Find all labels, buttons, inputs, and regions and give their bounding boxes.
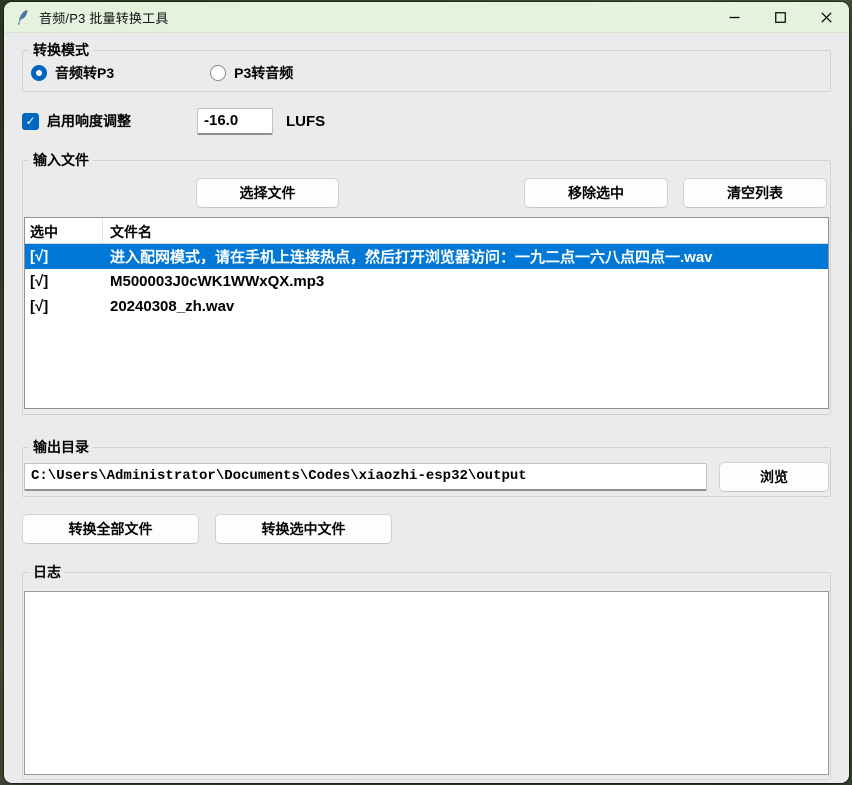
- browse-button[interactable]: 浏览: [719, 462, 829, 492]
- table-row[interactable]: [√] 进入配网模式，请在手机上连接热点，然后打开浏览器访问：一九二点一六八点四…: [25, 244, 828, 269]
- window-controls: [711, 2, 849, 32]
- column-header-filename[interactable]: 文件名: [103, 218, 828, 243]
- radio-unselected-icon: [210, 65, 226, 81]
- file-table-header: 选中 文件名: [25, 218, 828, 244]
- action-buttons-row: 转换全部文件 转换选中文件: [22, 514, 392, 544]
- output-dir-label: 输出目录: [29, 438, 93, 456]
- conversion-mode-group: 转换模式 音频转P3 P3转音频: [22, 50, 831, 92]
- python-feather-icon: [15, 9, 31, 25]
- remove-selected-button[interactable]: 移除选中: [524, 178, 668, 208]
- app-window: 音频/P3 批量转换工具 转换模式: [4, 2, 849, 783]
- conversion-mode-label: 转换模式: [29, 41, 93, 59]
- column-header-checked[interactable]: 选中: [25, 218, 103, 243]
- conversion-mode-options: 音频转P3 P3转音频: [31, 63, 389, 83]
- minimize-button[interactable]: [711, 2, 757, 32]
- file-table[interactable]: 选中 文件名 [√] 进入配网模式，请在手机上连接热点，然后打开浏览器访问：一九…: [24, 217, 829, 409]
- table-row[interactable]: [√] M500003J0cWK1WWxQX.mp3: [25, 269, 828, 294]
- lufs-value-input[interactable]: [197, 108, 273, 135]
- row-filename-cell: 进入配网模式，请在手机上连接热点，然后打开浏览器访问：一九二点一六八点四点一.w…: [103, 246, 828, 267]
- row-checked-cell: [√]: [25, 273, 103, 290]
- output-dir-group: 输出目录 浏览: [22, 447, 831, 497]
- input-files-group: 输入文件 选择文件 移除选中 清空列表 选中 文件名 [√] 进入配网模式，请在…: [22, 160, 831, 415]
- convert-selected-button[interactable]: 转换选中文件: [215, 514, 392, 544]
- output-dir-row: 浏览: [24, 461, 829, 492]
- radio-selected-icon: [31, 65, 47, 81]
- row-checked-cell: [√]: [25, 248, 103, 265]
- select-files-button[interactable]: 选择文件: [196, 178, 339, 208]
- lufs-unit-label: LUFS: [286, 113, 325, 130]
- row-filename-cell: M500003J0cWK1WWxQX.mp3: [103, 273, 828, 290]
- radio-audio-to-p3[interactable]: 音频转P3: [31, 63, 114, 83]
- convert-all-button[interactable]: 转换全部文件: [22, 514, 199, 544]
- loudness-checkbox[interactable]: [22, 113, 39, 130]
- output-path-input[interactable]: [24, 463, 707, 491]
- file-buttons-row: 选择文件 移除选中 清空列表: [26, 178, 827, 208]
- window-title: 音频/P3 批量转换工具: [39, 8, 169, 27]
- radio-p3-to-audio-label: P3转音频: [234, 63, 293, 83]
- radio-p3-to-audio[interactable]: P3转音频: [210, 63, 293, 83]
- close-icon: [821, 12, 832, 23]
- loudness-row: 启用响度调整 LUFS: [22, 106, 325, 136]
- clear-list-button[interactable]: 清空列表: [683, 178, 827, 208]
- table-row[interactable]: [√] 20240308_zh.wav: [25, 294, 828, 319]
- maximize-icon: [775, 12, 786, 23]
- minimize-icon: [729, 12, 740, 23]
- input-files-label: 输入文件: [29, 151, 93, 169]
- row-checked-cell: [√]: [25, 298, 103, 315]
- titlebar[interactable]: 音频/P3 批量转换工具: [4, 2, 849, 33]
- log-textarea[interactable]: [24, 591, 829, 775]
- loudness-checkbox-label: 启用响度调整: [47, 111, 131, 131]
- log-label: 日志: [29, 563, 65, 581]
- row-filename-cell: 20240308_zh.wav: [103, 298, 828, 315]
- maximize-button[interactable]: [757, 2, 803, 32]
- close-button[interactable]: [803, 2, 849, 32]
- radio-audio-to-p3-label: 音频转P3: [55, 63, 114, 83]
- log-group: 日志: [22, 572, 831, 780]
